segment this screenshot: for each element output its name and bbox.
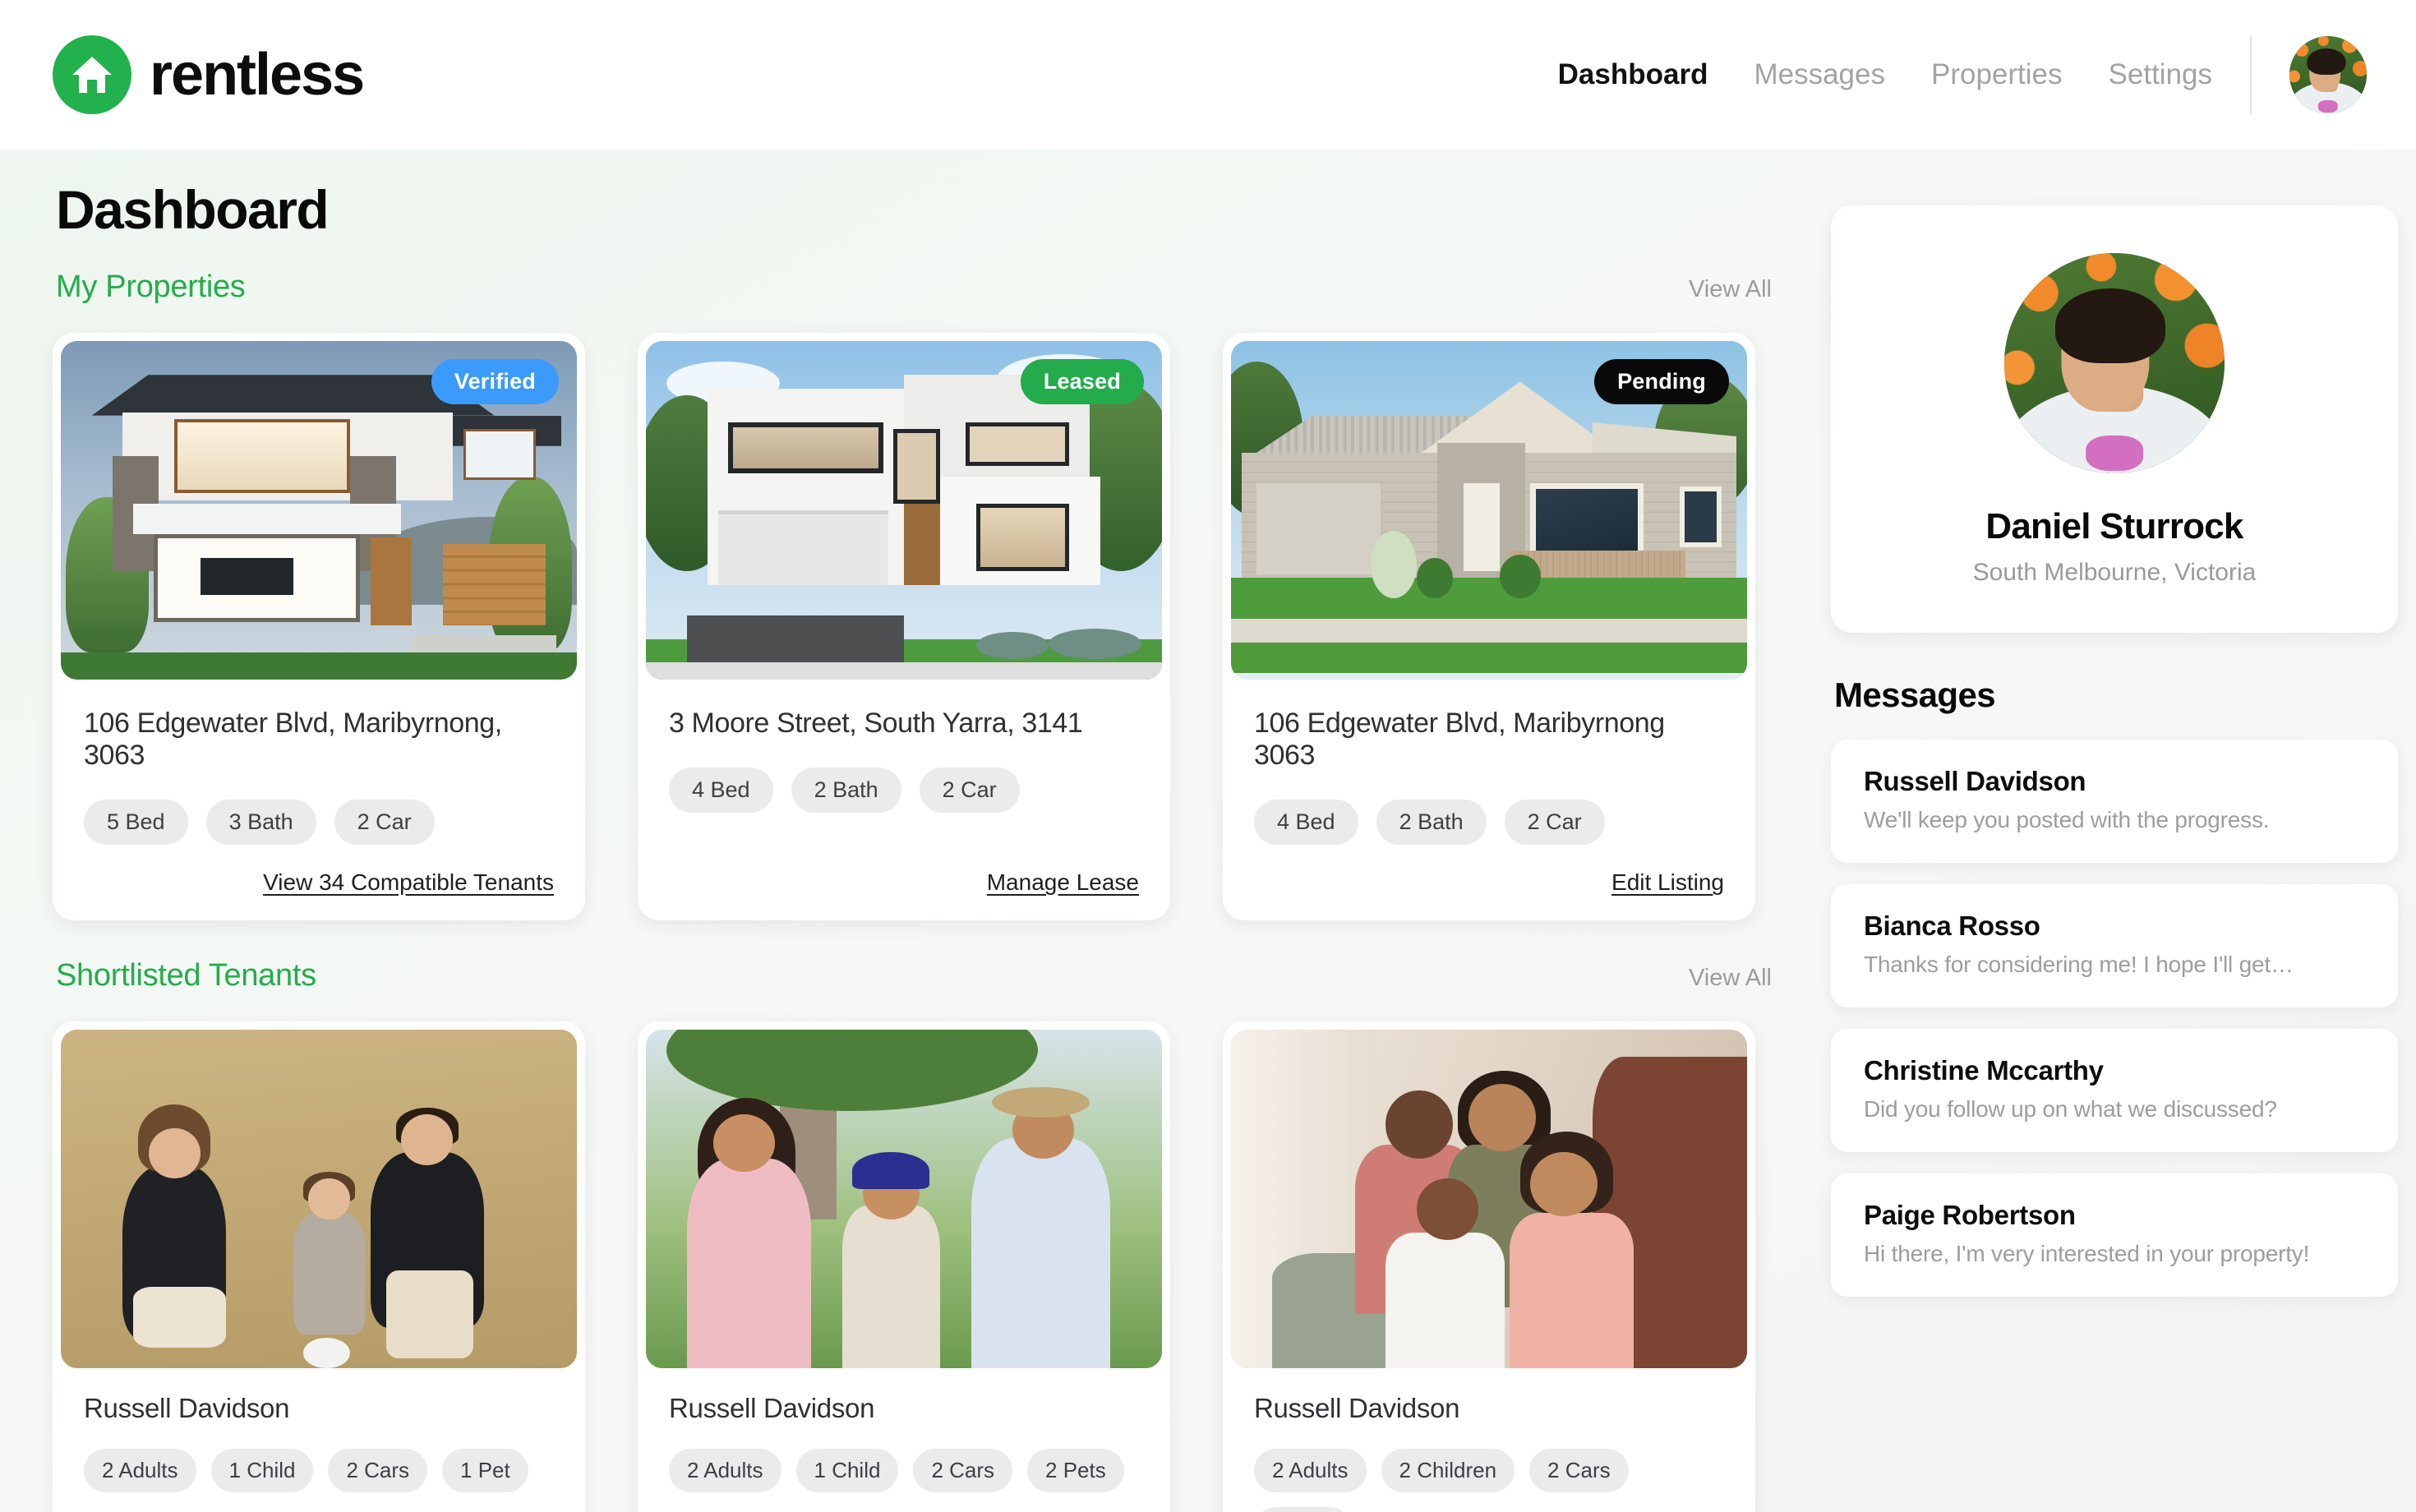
attribute-chip: 4 Bed [1254,800,1358,846]
nav-divider [2250,35,2252,114]
message-preview: Hi there, I'm very interested in your pr… [1864,1241,2310,1266]
house-icon [53,35,131,114]
tenant-card[interactable]: Russell Davidson 2 Adults 1 Child 2 Cars… [638,1021,1170,1512]
tenant-attributes: 2 Adults 1 Child 2 Cars 2 Pets [669,1449,1139,1493]
property-card-row: Verified 106 Edgewater Blvd, Maribyrnong… [53,333,1778,921]
message-item[interactable]: Bianca Rosso Thanks for considering me! … [1831,884,2398,1007]
attribute-chip: 2 Children [1381,1449,1515,1493]
tenant-name: Russell Davidson [84,1393,290,1424]
message-item[interactable]: Christine Mccarthy Did you follow up on … [1831,1029,2398,1152]
page-title: Dashboard [56,179,330,240]
user-avatar-large [2004,253,2225,473]
tenants-view-all-link[interactable]: View All [1689,965,1772,992]
properties-view-all-link[interactable]: View All [1689,276,1772,303]
property-address: 3 Moore Street, South Yarra, 3141 [669,708,1083,739]
nav-item-messages[interactable]: Messages [1754,58,1885,91]
profile-location: South Melbourne, Victoria [1972,559,2257,586]
message-preview: Thanks for considering me! I hope I'll g… [1864,952,2294,977]
property-card[interactable]: Verified 106 Edgewater Blvd, Maribyrnong… [53,333,585,921]
profile-name: Daniel Sturrock [1985,506,2243,546]
attribute-chip: 2 Cars [1529,1449,1629,1493]
property-attributes: 4 Bed 2 Bath 2 Car [1254,800,1724,846]
nav-item-dashboard[interactable]: Dashboard [1558,58,1708,91]
message-sender: Bianca Rosso [1864,910,2040,941]
nav-item-settings[interactable]: Settings [2109,58,2212,91]
attribute-chip: 1 Pet [442,1449,528,1493]
tenant-photo [61,1030,577,1369]
status-badge: Verified [431,359,559,404]
message-item[interactable]: Russell Davidson We'll keep you posted w… [1831,740,2398,863]
tenant-photo [1231,1030,1747,1369]
attribute-chip: 2 Car [1504,800,1605,846]
property-image: Pending [1231,341,1747,680]
tenant-card[interactable]: Russell Davidson 2 Adults 2 Children 2 C… [1223,1021,1755,1512]
message-item[interactable]: Paige Robertson Hi there, I'm very inter… [1831,1173,2398,1297]
message-preview: Did you follow up on what we discussed? [1864,1096,2277,1122]
tenant-name: Russell Davidson [1254,1393,1460,1424]
view-compatible-tenants-link[interactable]: View 34 Compatible Tenants [263,845,554,920]
nav-menu: Dashboard Messages Properties Settings [1558,35,2367,114]
messages-heading: Messages [1834,675,1996,714]
property-address: 106 Edgewater Blvd, Maribyrnong, 3063 [84,708,502,772]
top-navigation-bar: rentless Dashboard Messages Properties S… [0,0,2416,150]
status-badge: Leased [1020,359,1144,404]
user-avatar [2289,36,2367,113]
edit-listing-link[interactable]: Edit Listing [1611,845,1724,920]
manage-lease-link[interactable]: Manage Lease [987,845,1139,920]
attribute-chip: 5 Bed [84,800,188,846]
family-illustration [1231,1030,1747,1369]
brand-name: rentless [150,42,365,108]
property-attributes: 5 Bed 3 Bath 2 Car [84,800,554,846]
profile-card[interactable]: Daniel Sturrock South Melbourne, Victori… [1831,205,2398,633]
attribute-chip: 2 Car [334,800,435,846]
brand-logo[interactable]: rentless [53,35,365,114]
message-sender: Christine Mccarthy [1864,1055,2104,1086]
attribute-chip: 2 Cars [328,1449,428,1493]
attribute-chip: 2 Adults [1254,1449,1367,1493]
attribute-chip: 1 Child [795,1449,899,1493]
section-title-tenants: Shortlisted Tenants [56,958,316,993]
family-illustration [61,1030,577,1369]
attribute-chip: 2 Bath [1376,800,1487,846]
property-card[interactable]: Pending 106 Edgewater Blvd, Maribyrnong … [1223,333,1755,921]
tenant-photo [646,1030,1162,1369]
property-image: Leased [646,341,1162,680]
tenant-card-row: Russell Davidson 2 Adults 1 Child 2 Cars… [53,1021,1778,1512]
message-sender: Paige Robertson [1864,1200,2076,1230]
attribute-chip: 2 Cars [913,1449,1013,1493]
tenants-section-header: Shortlisted Tenants View All [56,958,1772,993]
messages-list: Russell Davidson We'll keep you posted w… [1831,740,2398,1297]
property-address: 106 Edgewater Blvd, Maribyrnong 3063 [1254,708,1665,772]
tenant-name: Russell Davidson [669,1393,875,1424]
property-card[interactable]: Leased 3 Moore Street, South Yarra, 3141… [638,333,1170,921]
avatar[interactable] [2289,36,2367,113]
nav-item-properties[interactable]: Properties [1931,58,2063,91]
attribute-chip: 2 Adults [669,1449,782,1493]
main-column: Dashboard My Properties View All Verifie… [53,182,1778,1512]
attribute-chip: 2 Adults [84,1449,196,1493]
message-preview: We'll keep you posted with the progress. [1864,807,2270,832]
attribute-chip: 0 Pets [1254,1507,1351,1512]
attribute-chip: 2 Pets [1027,1449,1124,1493]
tenant-attributes: 2 Adults 1 Child 2 Cars 1 Pet [84,1449,554,1493]
attribute-chip: 2 Bath [791,768,901,814]
page-body: Dashboard My Properties View All Verifie… [0,150,2416,1512]
attribute-chip: 4 Bed [669,768,773,814]
attribute-chip: 3 Bath [205,800,316,846]
tenant-attributes: 2 Adults 2 Children 2 Cars 0 Pets [1254,1449,1724,1512]
status-badge: Pending [1594,359,1729,404]
profile-avatar [2004,253,2225,473]
attribute-chip: 2 Car [919,768,1020,814]
property-attributes: 4 Bed 2 Bath 2 Car [669,768,1139,814]
tenant-card[interactable]: Russell Davidson 2 Adults 1 Child 2 Cars… [53,1021,585,1512]
property-image: Verified [61,341,577,680]
family-illustration [646,1030,1162,1369]
properties-section-header: My Properties View All [56,270,1772,305]
attribute-chip: 1 Child [210,1449,314,1493]
right-sidebar: Daniel Sturrock South Melbourne, Victori… [1831,182,2398,1512]
message-sender: Russell Davidson [1864,766,2086,796]
section-title-properties: My Properties [56,270,246,304]
